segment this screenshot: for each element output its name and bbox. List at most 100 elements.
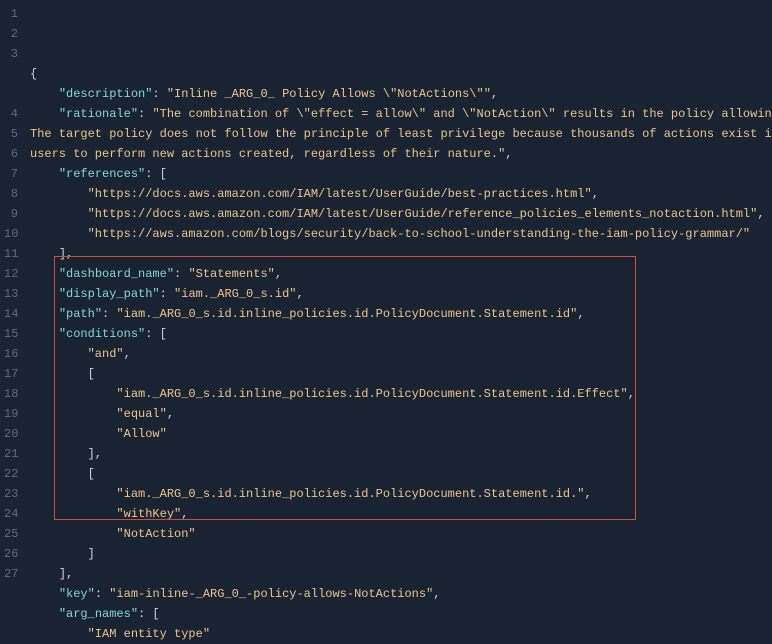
- json-key: "key": [59, 587, 95, 601]
- line-number: 24: [4, 504, 18, 524]
- code-line: {: [30, 64, 772, 84]
- json-string: "NotAction": [116, 527, 195, 541]
- json-punct: :: [152, 87, 166, 101]
- json-string: "https://aws.amazon.com/blogs/security/b…: [88, 227, 751, 241]
- json-key: "references": [59, 167, 145, 181]
- json-punct: ,: [505, 147, 512, 161]
- json-punct: [: [88, 467, 95, 481]
- code-line: "display_path": "iam._ARG_0_s.id",: [30, 284, 772, 304]
- code-line: [: [30, 364, 772, 384]
- json-punct: : [: [145, 167, 167, 181]
- json-punct: ,: [757, 207, 764, 221]
- json-string: "The combination of \"effect = allow\" a…: [152, 107, 771, 121]
- json-punct: :: [95, 587, 109, 601]
- line-number: 25: [4, 524, 18, 544]
- json-string: "iam._ARG_0_s.id.inline_policies.id.Poli…: [116, 307, 577, 321]
- code-line: "Allow": [30, 424, 772, 444]
- code-line: "https://docs.aws.amazon.com/IAM/latest/…: [30, 184, 772, 204]
- code-line: "equal",: [30, 404, 772, 424]
- json-key: "rationale": [59, 107, 138, 121]
- code-line: ]: [30, 544, 772, 564]
- json-punct: :: [138, 107, 152, 121]
- json-string: "Inline _ARG_0_ Policy Allows \"NotActio…: [167, 87, 491, 101]
- line-number: 27: [4, 564, 18, 584]
- line-number: 26: [4, 544, 18, 564]
- code-editor: 1234567891011121314151617181920212223242…: [0, 0, 772, 578]
- code-line: ],: [30, 244, 772, 264]
- json-punct: [: [88, 367, 95, 381]
- json-punct: :: [160, 287, 174, 301]
- json-punct: ,: [577, 307, 584, 321]
- json-string: "https://docs.aws.amazon.com/IAM/latest/…: [88, 187, 592, 201]
- json-punct: ],: [88, 447, 102, 461]
- line-number: 13: [4, 284, 18, 304]
- line-number: 11: [4, 244, 18, 264]
- code-line: "https://aws.amazon.com/blogs/security/b…: [30, 224, 772, 244]
- json-string: "https://docs.aws.amazon.com/IAM/latest/…: [88, 207, 758, 221]
- line-number: 2: [4, 24, 18, 44]
- json-punct: ,: [491, 87, 498, 101]
- json-punct: ,: [181, 507, 188, 521]
- json-key: "dashboard_name": [59, 267, 174, 281]
- json-punct: : [: [145, 327, 167, 341]
- code-line: "conditions": [: [30, 324, 772, 344]
- code-line: [: [30, 464, 772, 484]
- json-punct: ,: [296, 287, 303, 301]
- json-string: The target policy does not follow the pr…: [30, 127, 772, 141]
- line-number: 4: [4, 104, 18, 124]
- code-area[interactable]: { "description": "Inline _ARG_0_ Policy …: [26, 0, 772, 578]
- json-string: "iam._ARG_0_s.id.inline_policies.id.Poli…: [116, 487, 584, 501]
- line-number: 6: [4, 144, 18, 164]
- code-line: The target policy does not follow the pr…: [30, 124, 772, 144]
- json-string: "withKey": [116, 507, 181, 521]
- line-number: 23: [4, 484, 18, 504]
- json-punct: : [: [138, 607, 160, 621]
- json-key: "display_path": [59, 287, 160, 301]
- json-string: "iam._ARG_0_s.id": [174, 287, 296, 301]
- json-punct: ,: [592, 187, 599, 201]
- json-key: "path": [59, 307, 102, 321]
- json-punct: {: [30, 67, 37, 81]
- json-punct: ],: [59, 567, 73, 581]
- json-punct: ,: [433, 587, 440, 601]
- line-number: 20: [4, 424, 18, 444]
- json-punct: ,: [124, 347, 131, 361]
- code-line: "withKey",: [30, 504, 772, 524]
- json-string: users to perform new actions created, re…: [30, 147, 505, 161]
- code-line: "iam._ARG_0_s.id.inline_policies.id.Poli…: [30, 484, 772, 504]
- line-number: 18: [4, 384, 18, 404]
- line-number: 22: [4, 464, 18, 484]
- line-number: 8: [4, 184, 18, 204]
- json-string: "iam-inline-_ARG_0_-policy-allows-NotAct…: [109, 587, 433, 601]
- json-key: "description": [59, 87, 153, 101]
- line-number: 12: [4, 264, 18, 284]
- line-number: 10: [4, 224, 18, 244]
- code-line: "NotAction": [30, 524, 772, 544]
- line-number: 16: [4, 344, 18, 364]
- code-line: "dashboard_name": "Statements",: [30, 264, 772, 284]
- code-line: ],: [30, 564, 772, 584]
- code-line: "IAM entity type": [30, 624, 772, 644]
- line-number: 17: [4, 364, 18, 384]
- line-number: [4, 64, 18, 84]
- code-line: users to perform new actions created, re…: [30, 144, 772, 164]
- code-line: ],: [30, 444, 772, 464]
- code-line: "arg_names": [: [30, 604, 772, 624]
- code-line: "path": "iam._ARG_0_s.id.inline_policies…: [30, 304, 772, 324]
- code-line: "and",: [30, 344, 772, 364]
- line-number: 21: [4, 444, 18, 464]
- json-string: "equal": [116, 407, 166, 421]
- json-punct: :: [102, 307, 116, 321]
- code-line: "key": "iam-inline-_ARG_0_-policy-allows…: [30, 584, 772, 604]
- line-number-gutter: 1234567891011121314151617181920212223242…: [0, 0, 26, 578]
- code-line: "references": [: [30, 164, 772, 184]
- json-punct: ],: [59, 247, 73, 261]
- line-number: 3: [4, 44, 18, 64]
- line-number: 7: [4, 164, 18, 184]
- json-string: "iam._ARG_0_s.id.inline_policies.id.Poli…: [116, 387, 627, 401]
- json-punct: ,: [585, 487, 592, 501]
- line-number: 9: [4, 204, 18, 224]
- code-line: "iam._ARG_0_s.id.inline_policies.id.Poli…: [30, 384, 772, 404]
- json-string: "Statements": [188, 267, 274, 281]
- json-punct: ,: [275, 267, 282, 281]
